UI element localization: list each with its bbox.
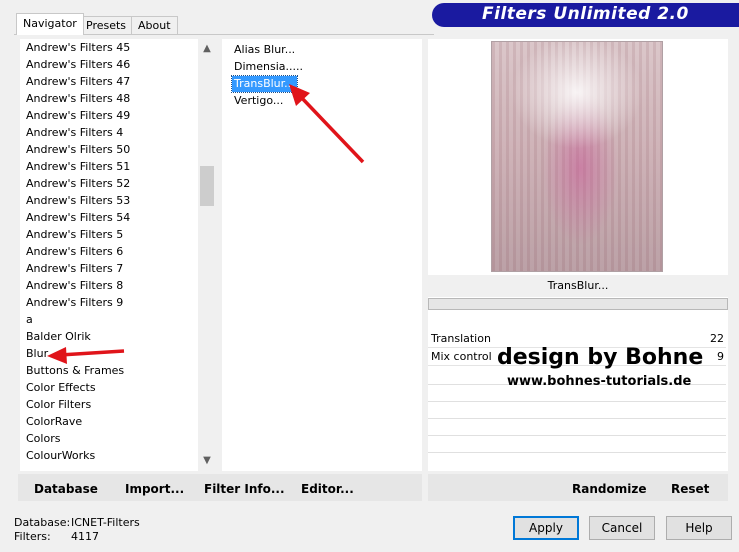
- scroll-thumb[interactable]: [200, 166, 214, 206]
- param-label: Mix control: [431, 350, 492, 363]
- help-button[interactable]: Help: [666, 516, 732, 540]
- category-scrollbar[interactable]: ▲ ▼: [198, 39, 216, 471]
- filters-count-value: 4117: [71, 530, 99, 543]
- apply-button[interactable]: Apply: [513, 516, 579, 540]
- category-item[interactable]: Colors: [20, 430, 216, 447]
- app-title: Filters Unlimited 2.0: [482, 4, 689, 24]
- category-item[interactable]: Andrew's Filters 7: [20, 260, 216, 277]
- category-item[interactable]: Andrew's Filters 45: [20, 39, 216, 56]
- watermark-title: design by Bohne: [497, 345, 704, 370]
- category-item[interactable]: Andrew's Filters 46: [20, 56, 216, 73]
- filter-list[interactable]: Alias Blur... Dimensia..... TransBlur...…: [222, 39, 422, 471]
- scroll-up-icon[interactable]: ▲: [198, 41, 216, 57]
- category-item[interactable]: Andrew's Filters 8: [20, 277, 216, 294]
- category-item[interactable]: Andrew's Filters 48: [20, 90, 216, 107]
- database-status-label: Database:: [14, 516, 71, 529]
- param-value: 22: [710, 332, 724, 345]
- category-item[interactable]: Color Effects: [20, 379, 216, 396]
- filter-item-selected[interactable]: TransBlur...: [231, 75, 298, 93]
- scroll-down-icon[interactable]: ▼: [198, 453, 216, 469]
- database-status-value: ICNET-Filters: [71, 516, 140, 529]
- category-item[interactable]: Andrew's Filters 6: [20, 243, 216, 260]
- param-row-divider: [428, 452, 726, 453]
- category-item[interactable]: Andrew's Filters 5: [20, 226, 216, 243]
- category-item[interactable]: Andrew's Filters 49: [20, 107, 216, 124]
- category-item[interactable]: Buttons & Frames: [20, 362, 216, 379]
- category-item[interactable]: Andrew's Filters 9: [20, 294, 216, 311]
- category-item-blur[interactable]: Blur: [20, 345, 216, 362]
- category-list[interactable]: Andrew's Filters 45 Andrew's Filters 46 …: [20, 39, 216, 471]
- watermark-url: www.bohnes-tutorials.de: [507, 374, 692, 389]
- category-item[interactable]: ColorRave: [20, 413, 216, 430]
- category-item[interactable]: Andrew's Filters 52: [20, 175, 216, 192]
- category-item[interactable]: Andrew's Filters 4: [20, 124, 216, 141]
- randomize-button[interactable]: Randomize: [572, 481, 646, 497]
- category-item[interactable]: ColourWorks: [20, 447, 216, 464]
- param-row-divider: [428, 401, 726, 402]
- param-value: 9: [717, 350, 724, 363]
- filter-name-label: TransBlur...: [428, 275, 728, 297]
- param-label: Translation: [431, 332, 491, 345]
- filter-item[interactable]: Vertigo...: [232, 93, 285, 109]
- preview-image[interactable]: [491, 41, 663, 272]
- category-item[interactable]: a: [20, 311, 216, 328]
- param-row-divider: [428, 418, 726, 419]
- tab-presets[interactable]: Presets: [79, 16, 134, 34]
- editor-button[interactable]: Editor...: [301, 481, 354, 497]
- cancel-button[interactable]: Cancel: [589, 516, 655, 540]
- param-row-divider: [428, 435, 726, 436]
- tab-about[interactable]: About: [131, 16, 178, 34]
- category-item[interactable]: Andrew's Filters 47: [20, 73, 216, 90]
- progress-bar: [428, 298, 728, 310]
- filter-item[interactable]: Dimensia.....: [232, 59, 305, 75]
- filter-info-button[interactable]: Filter Info...: [204, 481, 285, 497]
- category-item[interactable]: Balder Olrik: [20, 328, 216, 345]
- database-button[interactable]: Database: [34, 481, 98, 497]
- tab-navigator[interactable]: Navigator: [16, 13, 84, 35]
- reset-button[interactable]: Reset: [671, 481, 709, 497]
- import-button[interactable]: Import...: [125, 481, 184, 497]
- category-item[interactable]: Andrew's Filters 50: [20, 141, 216, 158]
- filter-item[interactable]: Alias Blur...: [232, 42, 297, 58]
- category-item[interactable]: Andrew's Filters 53: [20, 192, 216, 209]
- category-item[interactable]: Andrew's Filters 51: [20, 158, 216, 175]
- category-item[interactable]: Color Filters: [20, 396, 216, 413]
- filters-count-label: Filters:: [14, 530, 51, 543]
- category-item[interactable]: Andrew's Filters 54: [20, 209, 216, 226]
